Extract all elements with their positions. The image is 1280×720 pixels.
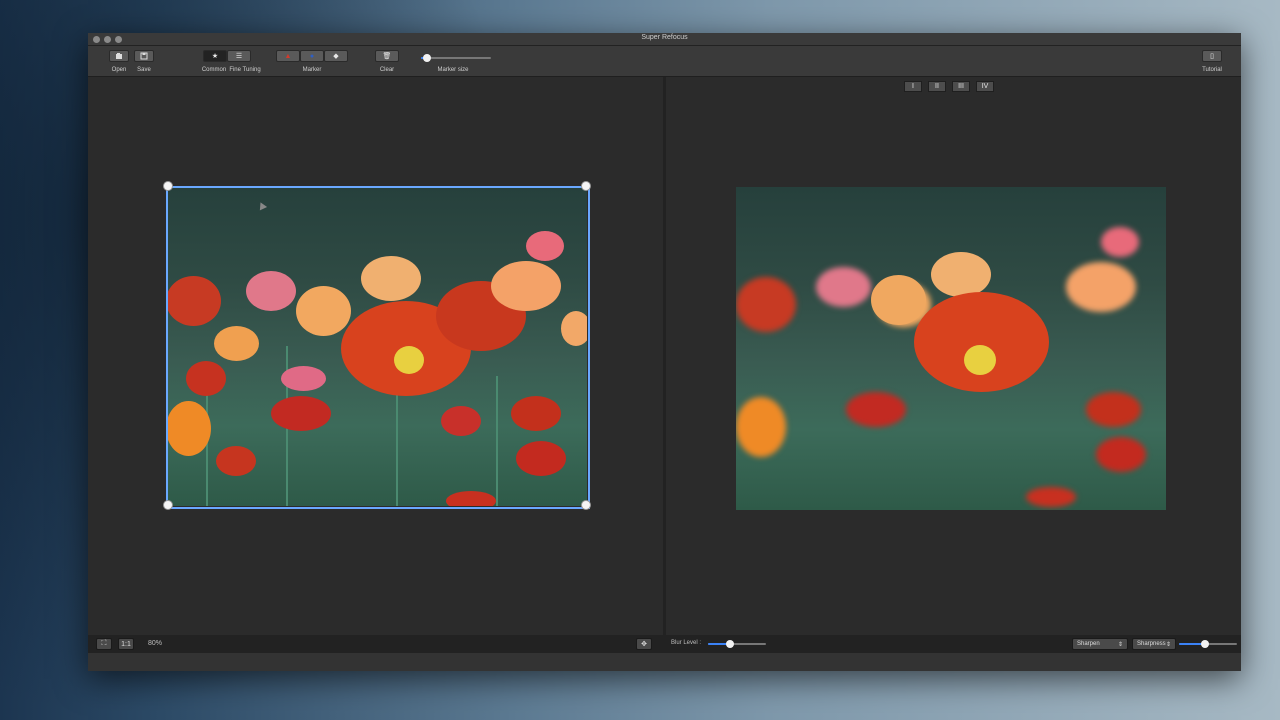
save-button[interactable]: [134, 50, 154, 62]
marker-size-slider[interactable]: [421, 54, 491, 62]
chevron-updown-icon: ⇕: [1165, 641, 1171, 648]
flower: [736, 397, 786, 457]
open-icon: [116, 53, 122, 59]
title-bar: Super Refocus: [88, 33, 1241, 46]
flower: [1066, 262, 1136, 312]
result-status-bar: Blur Level : Sharpen ⇕ Sharpness ⇕: [666, 635, 1241, 653]
app-window: Super Refocus Open Save ★ ☰ Common Fine …: [88, 33, 1241, 671]
crop-handle-bottom-left[interactable]: [163, 500, 173, 510]
marker-blue-button[interactable]: ●: [300, 50, 324, 62]
crop-frame[interactable]: [166, 186, 590, 509]
sharpness-slider[interactable]: [1179, 640, 1237, 648]
blur-level-label: Blur Level :: [671, 640, 702, 646]
result-pane: I II III IV: [666, 77, 1241, 635]
marker-size-label: Marker size: [437, 67, 469, 73]
save-label: Save: [137, 67, 151, 73]
triangle-icon: ▲: [284, 52, 292, 60]
sharpness-select[interactable]: Sharpness ⇕: [1132, 638, 1176, 650]
book-icon: ▯: [1210, 53, 1214, 60]
blur-level-knob[interactable]: [726, 640, 734, 648]
circle-icon: ●: [309, 52, 315, 60]
flower: [1096, 437, 1146, 472]
actual-size-button[interactable]: 1:1: [118, 638, 134, 650]
tutorial-button[interactable]: ▯: [1202, 50, 1222, 62]
open-label: Open: [111, 67, 127, 73]
flower: [846, 392, 906, 427]
crop-handle-bottom-right[interactable]: [581, 500, 591, 510]
view-tab-1[interactable]: I: [904, 81, 922, 92]
sharpness-knob[interactable]: [1201, 640, 1209, 648]
blur-level-slider[interactable]: [708, 640, 766, 648]
flower: [1086, 392, 1141, 427]
common-mode-button[interactable]: ★: [203, 50, 227, 62]
view-tab-2[interactable]: II: [928, 81, 946, 92]
marker-size-knob[interactable]: [423, 54, 431, 62]
flower-center: [964, 345, 996, 375]
fine-tuning-mode-button[interactable]: ☰: [227, 50, 251, 62]
sharpness-select-value: Sharpness: [1137, 641, 1166, 647]
zoom-level: 80%: [148, 640, 163, 647]
flower: [931, 252, 991, 297]
fit-to-window-button[interactable]: ⛶: [96, 638, 112, 650]
fine-tuning-label: Fine Tuning: [229, 67, 261, 73]
star-icon: ★: [211, 53, 219, 60]
eraser-icon: ◆: [333, 53, 339, 60]
move-button[interactable]: ✥: [636, 638, 652, 650]
bottom-strip: [88, 653, 1241, 671]
list-icon: ☰: [235, 53, 243, 60]
flower: [871, 275, 926, 325]
marker-label: Marker: [302, 67, 322, 73]
flower: [1026, 487, 1076, 507]
marker-red-button[interactable]: ▲: [276, 50, 300, 62]
source-status-bar: ⛶ 1:1 80% ✥: [88, 635, 663, 653]
result-photo[interactable]: [736, 187, 1166, 510]
sharpen-select[interactable]: Sharpen ⇕: [1072, 638, 1128, 650]
open-button[interactable]: [109, 50, 129, 62]
crop-handle-top-right[interactable]: [581, 181, 591, 191]
crop-handle-top-left[interactable]: [163, 181, 173, 191]
flower: [736, 277, 796, 332]
flower: [1101, 227, 1139, 257]
source-pane: [88, 77, 663, 635]
trash-icon: 🗑: [382, 53, 392, 60]
move-icon: ✥: [641, 641, 647, 648]
flower: [816, 267, 871, 307]
chevron-updown-icon: ⇕: [1117, 641, 1123, 648]
flower: [914, 292, 1049, 392]
marker-eraser-button[interactable]: ◆: [324, 50, 348, 62]
clear-label: Clear: [379, 67, 395, 73]
clear-button[interactable]: 🗑: [375, 50, 399, 62]
tutorial-label: Tutorial: [1202, 67, 1222, 73]
fullscreen-icon: ⛶: [101, 640, 107, 647]
view-tab-4[interactable]: IV: [976, 81, 994, 92]
save-icon: [140, 52, 148, 60]
toolbar: Open Save ★ ☰ Common Fine Tuning ▲ ● ◆ M…: [88, 46, 1241, 77]
window-title: Super Refocus: [641, 34, 688, 41]
sharpen-select-value: Sharpen: [1077, 641, 1100, 647]
view-tab-3[interactable]: III: [952, 81, 970, 92]
